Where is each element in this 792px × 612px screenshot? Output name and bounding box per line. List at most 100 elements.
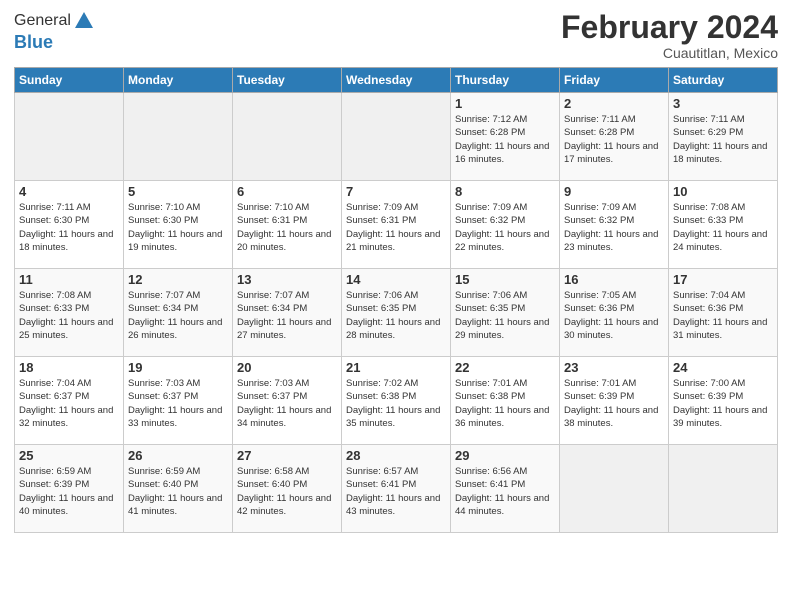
day-info: Sunrise: 7:08 AMSunset: 6:33 PMDaylight:… [673,201,773,254]
day-number: 2 [564,96,664,111]
day-number: 20 [237,360,337,375]
table-row [233,93,342,181]
day-number: 14 [346,272,446,287]
day-number: 22 [455,360,555,375]
main-container: General Blue February 2024 Cuautitlan, M… [0,0,792,541]
day-number: 8 [455,184,555,199]
table-row: 13 Sunrise: 7:07 AMSunset: 6:34 PMDayligh… [233,269,342,357]
calendar-week-row: 1 Sunrise: 7:12 AMSunset: 6:28 PMDaylight… [15,93,778,181]
day-number: 29 [455,448,555,463]
day-info: Sunrise: 7:01 AMSunset: 6:38 PMDaylight:… [455,377,555,430]
table-row [124,93,233,181]
day-info: Sunrise: 7:03 AMSunset: 6:37 PMDaylight:… [237,377,337,430]
table-row: 26 Sunrise: 6:59 AMSunset: 6:40 PMDayligh… [124,445,233,533]
day-number: 1 [455,96,555,111]
day-info: Sunrise: 6:56 AMSunset: 6:41 PMDaylight:… [455,465,555,518]
day-number: 16 [564,272,664,287]
month-title: February 2024 [561,10,778,45]
table-row: 22 Sunrise: 7:01 AMSunset: 6:38 PMDayligh… [451,357,560,445]
day-number: 4 [19,184,119,199]
table-row: 12Sunrise: 7:07 AMSunset: 6:34 PMDayligh… [124,269,233,357]
table-row: 14 Sunrise: 7:06 AMSunset: 6:35 PMDayligh… [342,269,451,357]
table-row: 4Sunrise: 7:11 AMSunset: 6:30 PMDaylight… [15,181,124,269]
day-info: Sunrise: 7:04 AMSunset: 6:37 PMDaylight:… [19,377,119,430]
day-number: 26 [128,448,228,463]
col-wednesday: Wednesday [342,68,451,93]
day-info: Sunrise: 7:06 AMSunset: 6:35 PMDaylight:… [455,289,555,342]
table-row [342,93,451,181]
table-row: 16 Sunrise: 7:05 AMSunset: 6:36 PMDayligh… [560,269,669,357]
day-number: 10 [673,184,773,199]
table-row: 8Sunrise: 7:09 AMSunset: 6:32 PMDaylight… [451,181,560,269]
day-number: 13 [237,272,337,287]
day-info: Sunrise: 7:12 AMSunset: 6:28 PMDaylight:… [455,113,555,166]
day-info: Sunrise: 7:08 AMSunset: 6:33 PMDaylight:… [19,289,119,342]
logo-blue-text: Blue [14,32,95,53]
calendar-header-row: Sunday Monday Tuesday Wednesday Thursday… [15,68,778,93]
day-number: 5 [128,184,228,199]
table-row: 28Sunrise: 6:57 AMSunset: 6:41 PMDayligh… [342,445,451,533]
table-row: 20 Sunrise: 7:03 AMSunset: 6:37 PMDayligh… [233,357,342,445]
day-info: Sunrise: 7:02 AMSunset: 6:38 PMDaylight:… [346,377,446,430]
table-row: 2 Sunrise: 7:11 AMSunset: 6:28 PMDaylight… [560,93,669,181]
day-number: 27 [237,448,337,463]
col-saturday: Saturday [669,68,778,93]
table-row: 25Sunrise: 6:59 AMSunset: 6:39 PMDayligh… [15,445,124,533]
table-row: 29 Sunrise: 6:56 AMSunset: 6:41 PMDayligh… [451,445,560,533]
title-block: February 2024 Cuautitlan, Mexico [561,10,778,61]
day-info: Sunrise: 7:10 AMSunset: 6:31 PMDaylight:… [237,201,337,254]
col-monday: Monday [124,68,233,93]
day-info: Sunrise: 7:09 AMSunset: 6:31 PMDaylight:… [346,201,446,254]
table-row [669,445,778,533]
table-row: 27 Sunrise: 6:58 AMSunset: 6:40 PMDayligh… [233,445,342,533]
day-number: 17 [673,272,773,287]
day-number: 11 [19,272,119,287]
day-number: 3 [673,96,773,111]
table-row: 6 Sunrise: 7:10 AMSunset: 6:31 PMDaylight… [233,181,342,269]
col-friday: Friday [560,68,669,93]
day-number: 21 [346,360,446,375]
table-row: 9Sunrise: 7:09 AMSunset: 6:32 PMDaylight… [560,181,669,269]
table-row: 10 Sunrise: 7:08 AMSunset: 6:33 PMDayligh… [669,181,778,269]
day-info: Sunrise: 7:05 AMSunset: 6:36 PMDaylight:… [564,289,664,342]
day-info: Sunrise: 7:00 AMSunset: 6:39 PMDaylight:… [673,377,773,430]
day-info: Sunrise: 7:04 AMSunset: 6:36 PMDaylight:… [673,289,773,342]
table-row: 5 Sunrise: 7:10 AMSunset: 6:30 PMDaylight… [124,181,233,269]
logo-icon [73,10,95,32]
day-info: Sunrise: 7:01 AMSunset: 6:39 PMDaylight:… [564,377,664,430]
day-number: 12 [128,272,228,287]
day-number: 28 [346,448,446,463]
day-info: Sunrise: 7:11 AMSunset: 6:29 PMDaylight:… [673,113,773,166]
day-number: 23 [564,360,664,375]
table-row: 18Sunrise: 7:04 AMSunset: 6:37 PMDayligh… [15,357,124,445]
table-row: 23 Sunrise: 7:01 AMSunset: 6:39 PMDayligh… [560,357,669,445]
header: General Blue February 2024 Cuautitlan, M… [14,10,778,61]
day-info: Sunrise: 7:11 AMSunset: 6:28 PMDaylight:… [564,113,664,166]
day-number: 25 [19,448,119,463]
day-number: 24 [673,360,773,375]
day-info: Sunrise: 7:06 AMSunset: 6:35 PMDaylight:… [346,289,446,342]
table-row [15,93,124,181]
subtitle: Cuautitlan, Mexico [561,45,778,61]
day-info: Sunrise: 6:58 AMSunset: 6:40 PMDaylight:… [237,465,337,518]
day-info: Sunrise: 7:03 AMSunset: 6:37 PMDaylight:… [128,377,228,430]
table-row: 19 Sunrise: 7:03 AMSunset: 6:37 PMDayligh… [124,357,233,445]
col-thursday: Thursday [451,68,560,93]
table-row: 24 Sunrise: 7:00 AMSunset: 6:39 PMDayligh… [669,357,778,445]
day-number: 6 [237,184,337,199]
day-number: 7 [346,184,446,199]
table-row: 11 Sunrise: 7:08 AMSunset: 6:33 PMDayligh… [15,269,124,357]
logo: General Blue [14,10,95,53]
calendar-week-row: 18Sunrise: 7:04 AMSunset: 6:37 PMDayligh… [15,357,778,445]
day-info: Sunrise: 6:59 AMSunset: 6:40 PMDaylight:… [128,465,228,518]
col-tuesday: Tuesday [233,68,342,93]
logo-general-text: General [14,12,71,30]
day-info: Sunrise: 7:07 AMSunset: 6:34 PMDaylight:… [237,289,337,342]
day-info: Sunrise: 7:10 AMSunset: 6:30 PMDaylight:… [128,201,228,254]
table-row [560,445,669,533]
table-row: 15Sunrise: 7:06 AMSunset: 6:35 PMDayligh… [451,269,560,357]
day-number: 19 [128,360,228,375]
calendar-week-row: 25Sunrise: 6:59 AMSunset: 6:39 PMDayligh… [15,445,778,533]
table-row: 3 Sunrise: 7:11 AMSunset: 6:29 PMDaylight… [669,93,778,181]
calendar-table: Sunday Monday Tuesday Wednesday Thursday… [14,67,778,533]
